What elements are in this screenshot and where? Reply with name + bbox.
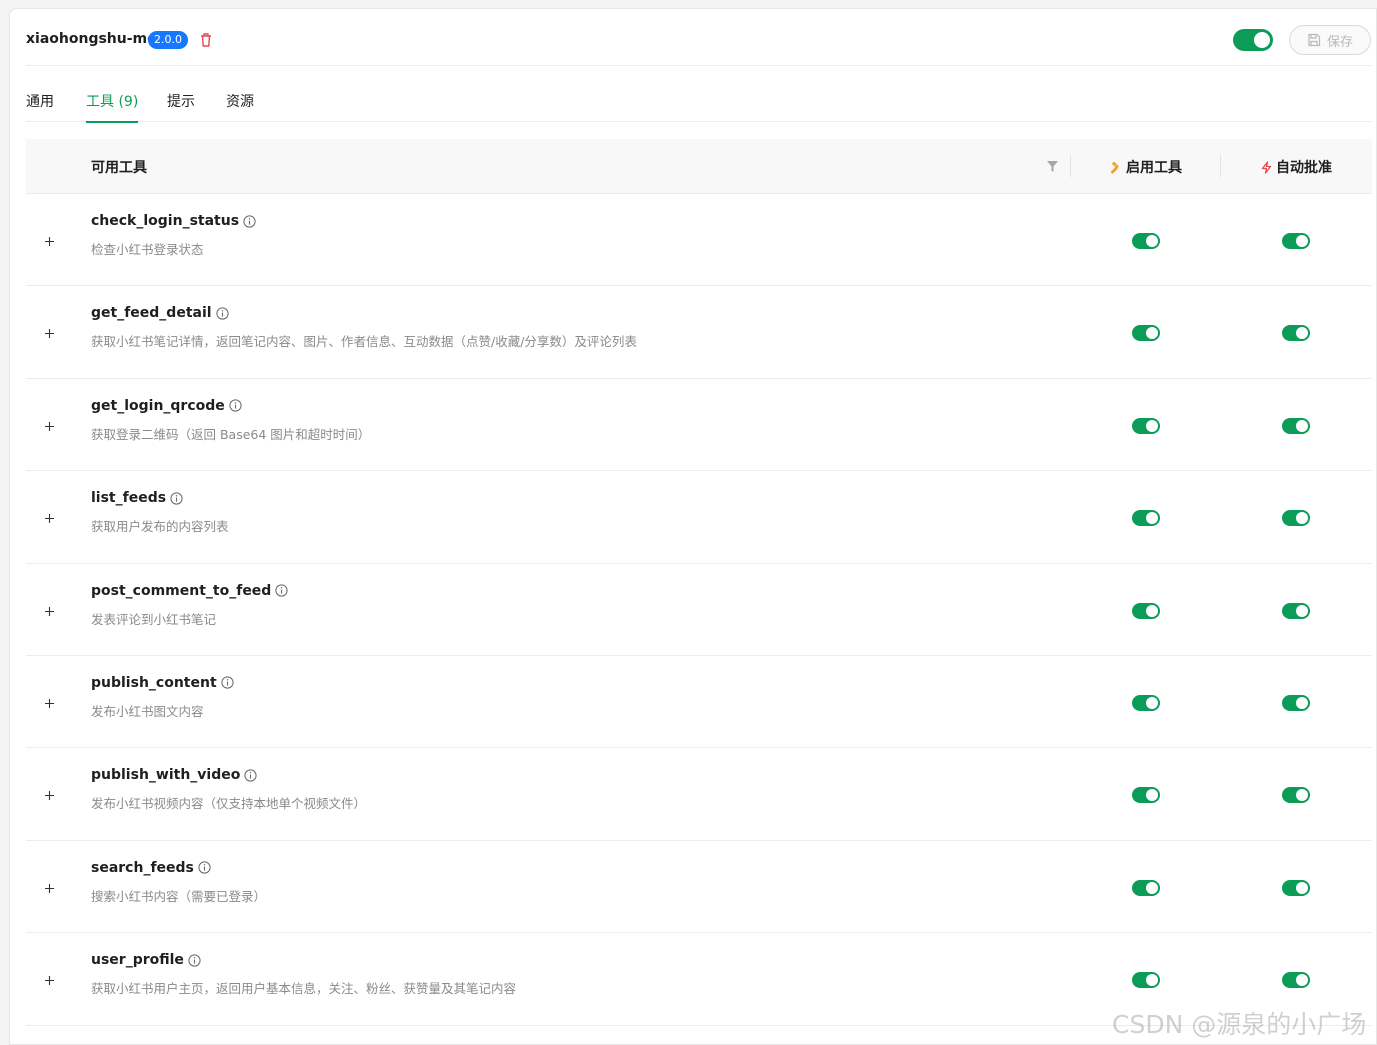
tool-name: get_login_qrcode: [91, 398, 242, 414]
auto-approve-toggle[interactable]: [1282, 325, 1310, 342]
info-icon[interactable]: [243, 214, 256, 228]
tool-description: 获取小红书笔记详情，返回笔记内容、图片、作者信息、互动数据（点赞/收藏/分享数）…: [91, 334, 637, 350]
save-label: 保存: [1326, 34, 1353, 50]
auto-approve-toggle[interactable]: [1282, 787, 1310, 804]
table-row: publish_content 发布小红书图文内容: [26, 656, 1372, 749]
trash-icon[interactable]: [199, 32, 213, 48]
tool-description: 获取小红书用户主页，返回用户基本信息，关注、粉丝、获赞量及其笔记内容: [91, 981, 517, 997]
plus-icon[interactable]: [44, 606, 55, 617]
table-row: post_comment_to_feed 发表评论到小红书笔记: [26, 564, 1372, 656]
column-divider: [1070, 155, 1071, 177]
table-row: get_feed_detail 获取小红书笔记详情，返回笔记内容、图片、作者信息…: [26, 286, 1372, 379]
tool-name-text: check_login_status: [91, 213, 240, 229]
tab-tools[interactable]: 工具 (9): [86, 91, 139, 123]
tool-name-text: search_feeds: [91, 859, 194, 876]
tool-description: 搜索小红书内容（需要已登录）: [91, 888, 267, 904]
info-icon[interactable]: [170, 492, 183, 505]
plus-icon[interactable]: [44, 698, 55, 709]
tool-name-text: get_login_qrcode: [91, 397, 225, 414]
info-icon[interactable]: [229, 399, 242, 412]
tool-name-text: publish_content: [91, 674, 217, 691]
tool-name: publish_content: [91, 675, 234, 691]
tool-name: user_profile: [91, 952, 201, 968]
plus-icon[interactable]: [44, 883, 55, 894]
table-body: check_login_status 检查小红书登录状态 get_feed_de…: [26, 194, 1372, 1026]
tool-description: 获取用户发布的内容列表: [91, 519, 229, 535]
plus-icon[interactable]: [44, 513, 55, 524]
plus-icon[interactable]: [44, 421, 55, 432]
auto-approve-toggle[interactable]: [1282, 972, 1310, 989]
tool-description: 发布小红书图文内容: [91, 703, 204, 719]
auto-approve-toggle[interactable]: [1282, 602, 1310, 619]
tool-name: search_feeds: [91, 860, 211, 876]
tool-name: publish_with_video: [91, 767, 257, 783]
enable-tool-toggle[interactable]: [1132, 233, 1160, 249]
column-divider: [1220, 155, 1221, 177]
enable-tool-toggle[interactable]: [1132, 879, 1160, 896]
enable-tool-toggle[interactable]: [1132, 694, 1160, 711]
server-panel: xiaohongshu-mcp 2.0.0 保存 通用 工具 (9) 提示 资源…: [9, 8, 1377, 1045]
enable-tool-toggle[interactable]: [1132, 787, 1160, 804]
server-header: xiaohongshu-mcp 2.0.0 保存: [26, 9, 1372, 66]
auto-approve-toggle[interactable]: [1282, 417, 1310, 434]
info-icon[interactable]: [215, 307, 229, 320]
tab-general[interactable]: 通用: [26, 91, 54, 122]
tab-bar: 通用 工具 (9) 提示 资源: [26, 66, 1372, 123]
enable-tool-toggle[interactable]: [1132, 417, 1160, 434]
info-icon[interactable]: [244, 769, 257, 782]
table-row: publish_with_video 发布小红书视频内容（仅支持本地单个视频文件…: [26, 748, 1372, 841]
watermark: CSDN @源泉的小广场: [1112, 1010, 1367, 1039]
save-icon: [1308, 33, 1321, 47]
plus-icon[interactable]: [44, 975, 55, 986]
column-header-auto-approve: 自动批准: [1260, 157, 1332, 177]
plus-icon[interactable]: [44, 328, 55, 339]
tool-name: check_login_status: [91, 213, 256, 229]
enable-tool-toggle[interactable]: [1132, 325, 1160, 342]
info-icon[interactable]: [188, 954, 201, 967]
auto-approve-toggle[interactable]: [1282, 510, 1310, 527]
filter-icon[interactable]: [1047, 161, 1058, 172]
tool-name-text: publish_with_video: [91, 767, 241, 784]
table-row: list_feeds 获取用户发布的内容列表: [26, 471, 1372, 564]
tool-description: 发布小红书视频内容（仅支持本地单个视频文件）: [91, 796, 367, 812]
info-icon[interactable]: [221, 676, 234, 690]
tool-name-text: list_feeds: [91, 490, 167, 507]
column-header-enable-label: 启用工具: [1126, 160, 1182, 176]
auto-approve-toggle[interactable]: [1282, 233, 1310, 249]
table-row: get_login_qrcode 获取登录二维码（返回 Base64 图片和超时…: [26, 379, 1372, 472]
table-row: search_feeds 搜索小红书内容（需要已登录）: [26, 841, 1372, 934]
table-row: check_login_status 检查小红书登录状态: [26, 194, 1372, 287]
version-badge: 2.0.0: [148, 31, 188, 49]
save-button[interactable]: 保存: [1289, 25, 1371, 55]
table-header: 可用工具 启用工具 自动批准: [26, 139, 1372, 194]
tool-name: list_feeds: [91, 490, 183, 506]
tool-name-text: get_feed_detail: [91, 305, 212, 322]
info-icon[interactable]: [198, 861, 211, 874]
enable-tool-toggle[interactable]: [1132, 972, 1160, 989]
info-icon[interactable]: [275, 584, 288, 597]
tools-table: 可用工具 启用工具 自动批准 check_login_status 检查小红书登…: [26, 139, 1372, 1026]
auto-approve-toggle[interactable]: [1282, 879, 1310, 896]
tab-resources[interactable]: 资源: [226, 91, 254, 122]
lightning-icon: [1261, 160, 1272, 174]
tool-description: 检查小红书登录状态: [91, 242, 204, 257]
tool-name: post_comment_to_feed: [91, 583, 288, 599]
plus-icon[interactable]: [44, 236, 55, 247]
server-enable-toggle[interactable]: [1233, 29, 1273, 51]
plus-icon[interactable]: [44, 790, 55, 801]
tool-description: 发表评论到小红书笔记: [91, 611, 217, 627]
tool-name-text: user_profile: [91, 952, 184, 969]
column-header-auto-approve-label: 自动批准: [1276, 160, 1332, 176]
auto-approve-toggle[interactable]: [1282, 694, 1310, 711]
tool-name-text: post_comment_to_feed: [91, 582, 272, 599]
column-header-tools: 可用工具: [91, 160, 147, 176]
tab-prompts[interactable]: 提示: [167, 91, 195, 122]
tool-description: 获取登录二维码（返回 Base64 图片和超时时间）: [91, 426, 371, 442]
server-name: xiaohongshu-mcp: [26, 31, 166, 47]
column-header-enable: 启用工具: [1110, 157, 1182, 177]
hammer-icon: [1110, 161, 1119, 174]
enable-tool-toggle[interactable]: [1132, 510, 1160, 527]
enable-tool-toggle[interactable]: [1132, 602, 1160, 619]
tool-name: get_feed_detail: [91, 305, 229, 321]
